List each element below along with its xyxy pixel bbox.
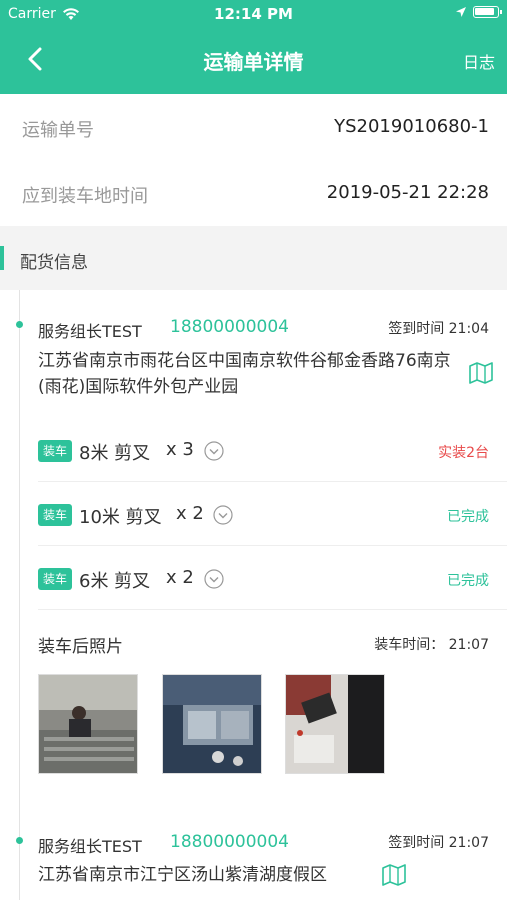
map-icon[interactable] bbox=[381, 863, 407, 887]
loading-photo-thumbnail[interactable] bbox=[38, 674, 138, 774]
order-number-label: 运输单号 bbox=[22, 120, 94, 141]
photo-image bbox=[39, 675, 137, 773]
expand-chevron-icon[interactable] bbox=[213, 505, 233, 525]
stop-phone-link[interactable]: 18800000004 bbox=[170, 832, 289, 852]
arrival-time-value: 2019-05-21 22:28 bbox=[326, 182, 489, 203]
section-header: 配货信息 bbox=[0, 226, 507, 290]
cargo-quantity: x 2 bbox=[176, 503, 204, 524]
expand-chevron-icon[interactable] bbox=[204, 441, 224, 461]
order-number-row: 运输单号 YS2019010680-1 bbox=[0, 94, 507, 160]
expand-chevron-icon[interactable] bbox=[204, 569, 224, 589]
timeline-dot bbox=[16, 321, 23, 328]
stop-list: 服务组长TEST 18800000004 签到时间 21:04 江苏省南京市雨花… bbox=[0, 290, 507, 900]
order-number-value: YS2019010680-1 bbox=[334, 116, 489, 137]
stop-sign-time: 签到时间 21:07 bbox=[388, 835, 489, 851]
cargo-status: 已完成 bbox=[447, 573, 489, 589]
photo-image bbox=[163, 675, 261, 773]
map-icon[interactable] bbox=[468, 361, 494, 385]
stop-sign-time: 签到时间 21:04 bbox=[388, 321, 489, 337]
cargo-name: 8米 剪叉 bbox=[79, 443, 151, 464]
battery-level bbox=[475, 8, 494, 15]
arrival-time-row: 应到装车地时间 2019-05-21 22:28 bbox=[0, 160, 507, 226]
stop-address: 江苏省南京市江宁区汤山紫清湖度假区 bbox=[38, 865, 327, 885]
section-title: 配货信息 bbox=[20, 253, 88, 273]
cargo-status: 实装2台 bbox=[438, 445, 489, 461]
status-indicators bbox=[455, 6, 502, 18]
log-button[interactable]: 日志 bbox=[463, 49, 495, 73]
cargo-item[interactable]: 装车 8米 剪叉 x 3 实装2台 bbox=[38, 418, 507, 482]
cargo-quantity: x 2 bbox=[166, 567, 194, 588]
cargo-name: 10米 剪叉 bbox=[79, 507, 162, 528]
cargo-quantity: x 3 bbox=[166, 439, 194, 460]
cargo-status: 已完成 bbox=[447, 509, 489, 525]
page-title: 运输单详情 bbox=[203, 50, 304, 74]
stop-contact-name: 服务组长TEST bbox=[38, 837, 142, 856]
stop-contact-name: 服务组长TEST bbox=[38, 322, 142, 341]
load-tag: 装车 bbox=[38, 440, 72, 462]
cargo-name: 6米 剪叉 bbox=[79, 571, 151, 592]
location-arrow-icon bbox=[456, 7, 466, 17]
photos-load-time: 装车时间： 21:07 bbox=[374, 637, 489, 653]
load-tag: 装车 bbox=[38, 568, 72, 590]
stop-address: 江苏省南京市雨花台区中国南京软件谷郁金香路76南京(雨花)国际软件外包产业园 bbox=[38, 351, 451, 397]
load-tag: 装车 bbox=[38, 504, 72, 526]
timeline-dot bbox=[16, 837, 23, 844]
arrival-time-label: 应到装车地时间 bbox=[22, 186, 148, 207]
cargo-item[interactable]: 装车 10米 剪叉 x 2 已完成 bbox=[38, 482, 507, 546]
timeline-line bbox=[19, 290, 20, 900]
app-header: Carrier 12:14 PM 运输单详情 日志 bbox=[0, 0, 507, 94]
order-info: 运输单号 YS2019010680-1 应到装车地时间 2019-05-21 2… bbox=[0, 94, 507, 226]
section-accent-bar bbox=[0, 246, 4, 270]
loading-photo-thumbnail[interactable] bbox=[162, 674, 262, 774]
stop-phone-link[interactable]: 18800000004 bbox=[170, 317, 289, 337]
status-time: 12:14 PM bbox=[214, 5, 293, 23]
status-bar: Carrier 12:14 PM bbox=[0, 0, 507, 28]
cargo-item[interactable]: 装车 6米 剪叉 x 2 已完成 bbox=[38, 546, 507, 610]
photo-image bbox=[286, 675, 384, 773]
battery-icon bbox=[473, 6, 502, 18]
loading-photo-thumbnail[interactable] bbox=[285, 674, 385, 774]
photos-title: 装车后照片 bbox=[38, 637, 123, 657]
